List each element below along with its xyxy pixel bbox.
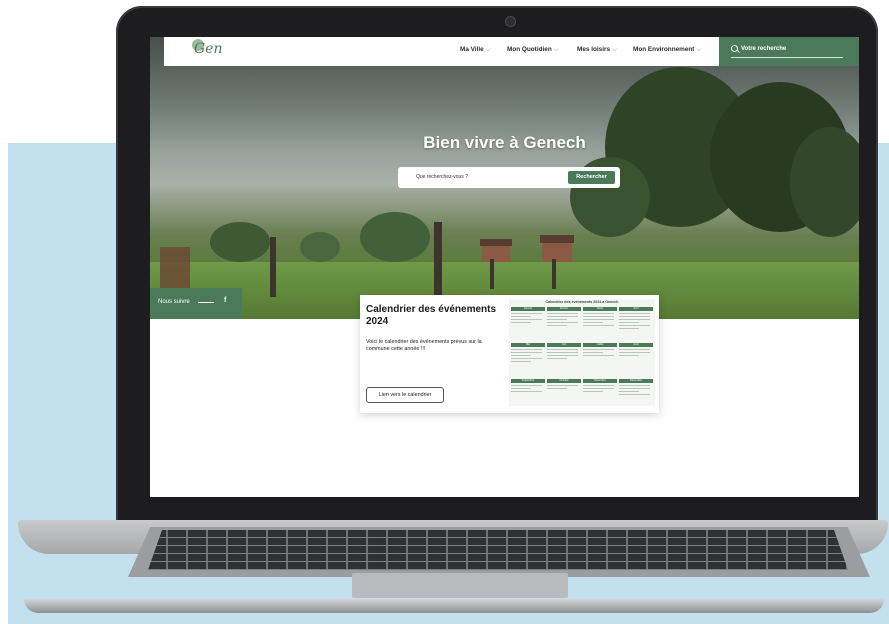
- card-title: Calendrier des événements 2024: [366, 304, 497, 327]
- calendar-month: Février: [547, 307, 581, 326]
- calendar-month: Juin: [547, 343, 581, 359]
- nav-item-mes-loisirs[interactable]: Mes loisirs ⌵: [577, 46, 617, 54]
- search-button[interactable]: Rechercher: [568, 171, 615, 184]
- follow-label: Nous suivre: [158, 299, 190, 305]
- top-navbar: Gen Ma Ville ⌵ Mon Quotidien ⌵ Mes loisirs…: [164, 37, 719, 66]
- chevron-down-icon: ⌵: [696, 46, 702, 53]
- search-icon: [731, 45, 738, 52]
- nav-item-mon-environnement[interactable]: Mon Environnement ⌵: [633, 46, 701, 54]
- hero-search-input[interactable]: Que recherchez-vous ?: [416, 174, 468, 180]
- calendar-month: Janvier: [511, 307, 545, 323]
- fence-post: [552, 259, 556, 289]
- calendar-card: Calendrier des événements 2024 Voici le …: [360, 295, 659, 413]
- fence-post: [270, 237, 276, 297]
- chevron-down-icon: ⌵: [553, 46, 559, 53]
- fence-post: [434, 222, 442, 297]
- hero-title: Bien vivre à Genech: [423, 133, 586, 152]
- webcam-icon: [505, 16, 516, 27]
- tree: [300, 232, 340, 262]
- laptop-front-edge: [24, 599, 884, 613]
- chevron-down-icon: ⌵: [485, 46, 491, 53]
- card-description: Voici le calendrier des événements prévu…: [366, 339, 482, 352]
- follow-us-bar: Nous suivre f: [150, 288, 242, 319]
- calendar-month: Mars: [583, 307, 617, 326]
- calendar-month: Août: [619, 343, 653, 356]
- tree: [210, 222, 270, 262]
- header-search[interactable]: Votre recherche: [719, 37, 859, 66]
- calendar-month: Octobre: [547, 379, 581, 389]
- calendar-link-button[interactable]: Lien vers le calendrier: [366, 387, 444, 403]
- calendar-month: Décembre: [619, 379, 653, 395]
- house: [542, 242, 572, 262]
- hero-search-box: Que recherchez-vous ? Rechercher: [398, 167, 620, 188]
- tree: [360, 212, 430, 262]
- header-search-input[interactable]: Votre recherche: [741, 46, 786, 52]
- nav-item-mon-quotidien[interactable]: Mon Quotidien ⌵: [507, 46, 559, 54]
- calendar-month: Novembre: [583, 379, 617, 392]
- nav-item-ma-ville[interactable]: Ma Ville ⌵: [460, 46, 491, 54]
- laptop-screen: Gen Ma Ville ⌵ Mon Quotidien ⌵ Mes loisirs…: [150, 37, 859, 497]
- chevron-down-icon: ⌵: [612, 46, 617, 53]
- wooden-shelter: [160, 247, 190, 292]
- calendar-month: Juillet: [583, 343, 617, 356]
- calendar-month: Mai: [511, 343, 545, 362]
- trackpad: [352, 573, 568, 598]
- calendar-title: Calendrier des événements 2024 à Genech: [545, 300, 619, 304]
- calendar-month: Septembre: [511, 379, 545, 392]
- calendar-month: Avril: [619, 307, 653, 329]
- house: [482, 245, 510, 263]
- calendar-thumbnail[interactable]: Calendrier des événements 2024 à Genech …: [509, 299, 655, 406]
- site-logo[interactable]: Gen: [194, 41, 223, 57]
- fence-post: [490, 259, 494, 289]
- facebook-icon[interactable]: f: [224, 297, 226, 304]
